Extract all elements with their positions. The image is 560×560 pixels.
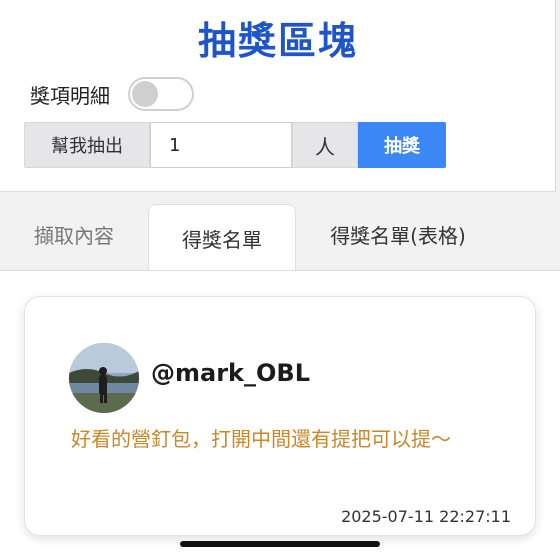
prize-detail-toggle[interactable] bbox=[128, 77, 194, 111]
tab-winner-table[interactable]: 得獎名單(表格) bbox=[296, 204, 500, 264]
tab-fetch-content[interactable]: 擷取內容 bbox=[0, 204, 148, 264]
draw-suffix-label: 人 bbox=[292, 122, 358, 168]
winner-card: @mark_OBL 好看的營釘包，打開中間還有提把可以提～ 2025-07-11… bbox=[24, 296, 536, 536]
comment-timestamp: 2025-07-11 22:27:11 bbox=[341, 507, 511, 526]
prize-detail-label: 獎項明細 bbox=[30, 83, 110, 108]
draw-prefix-label: 幫我抽出 bbox=[24, 122, 150, 168]
draw-settings-panel: 抽獎區塊 獎項明細 幫我抽出 人 抽獎 bbox=[0, 0, 556, 192]
winner-comment: 好看的營釘包，打開中間還有提把可以提～ bbox=[71, 427, 451, 451]
winner-username: @mark_OBL bbox=[151, 359, 310, 387]
draw-button[interactable]: 抽獎 bbox=[358, 122, 446, 168]
avatar bbox=[69, 343, 139, 413]
prize-detail-row: 獎項明細 bbox=[30, 77, 194, 111]
page-title: 抽獎區塊 bbox=[197, 19, 358, 63]
draw-count-group: 幫我抽出 人 抽獎 bbox=[24, 122, 446, 168]
winner-count-input[interactable] bbox=[150, 122, 292, 168]
toggle-knob bbox=[132, 81, 158, 107]
tab-winner-list[interactable]: 得獎名單 bbox=[148, 204, 296, 272]
tab-bar: 擷取內容 得獎名單 得獎名單(表格) bbox=[0, 192, 560, 272]
home-indicator bbox=[180, 541, 380, 547]
